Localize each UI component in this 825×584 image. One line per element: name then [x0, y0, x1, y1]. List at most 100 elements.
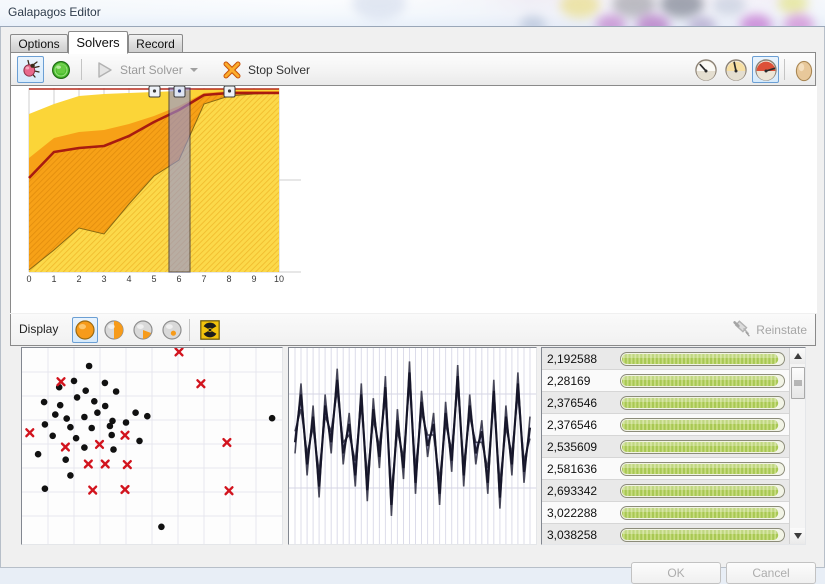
scatter-dot — [73, 394, 81, 401]
fitness-list-rows[interactable]: 2,192588 2,28169 2,376546 2,376546 2,535609 2… — [542, 348, 789, 544]
svg-text:2: 2 — [76, 274, 81, 284]
scatter-dot — [41, 485, 49, 492]
syringe-icon — [733, 320, 751, 337]
display-half-button[interactable] — [101, 317, 127, 343]
fitness-list-row[interactable]: 3,038258 — [542, 524, 789, 544]
svg-text:5: 5 — [151, 274, 156, 284]
ok-button[interactable]: OK — [631, 562, 721, 584]
stop-solver-label: Stop Solver — [248, 62, 311, 77]
scatter-dot — [101, 379, 109, 387]
tab-options-label: Options — [18, 36, 60, 51]
radiation-icon — [200, 320, 220, 340]
scatter-dot — [62, 456, 69, 463]
svg-text:6: 6 — [176, 274, 181, 284]
fitness-bar — [620, 395, 785, 410]
stop-solver-button[interactable]: Stop Solver — [221, 56, 310, 83]
genome-scatter-plot[interactable] — [22, 347, 282, 544]
bug-icon-button[interactable] — [17, 56, 44, 83]
start-solver-label: Start Solver — [120, 62, 183, 77]
fitness-value: 2,192588 — [547, 351, 598, 366]
genome-scatter-panel[interactable] — [21, 347, 283, 545]
fitness-list-row[interactable]: 2,693342 — [542, 480, 789, 502]
fitness-list-row[interactable]: 2,581636 — [542, 458, 789, 480]
svg-text:3: 3 — [101, 274, 106, 284]
titlebar-divider — [0, 26, 825, 27]
fitness-graph[interactable]: 0 1 2 3 4 5 6 7 8 9 10 — [11, 85, 817, 313]
fitness-bar — [620, 373, 785, 388]
fitness-value: 2,376546 — [547, 395, 598, 410]
parallel-coordinates-panel[interactable] — [288, 347, 537, 545]
scroll-up-button[interactable] — [790, 348, 805, 364]
parallel-coordinates-plot[interactable] — [289, 348, 536, 544]
display-quarter-button[interactable] — [130, 317, 156, 343]
tab-solvers[interactable]: Solvers — [68, 31, 128, 54]
scatter-dot — [122, 419, 130, 426]
cancel-button[interactable]: Cancel — [726, 562, 816, 584]
galapagos-editor-window: Galapagos Editor Options Solvers Record — [0, 0, 825, 584]
svg-text:7: 7 — [201, 274, 206, 284]
scatter-dot — [101, 402, 109, 410]
fitness-bar — [620, 439, 785, 454]
bug-icon — [22, 59, 40, 78]
display-all-button[interactable] — [72, 317, 98, 343]
reinstate-button[interactable]: Reinstate — [730, 318, 807, 342]
fitness-list-row[interactable]: 2,376546 — [542, 414, 789, 436]
gauge-1-button[interactable] — [722, 56, 749, 83]
play-triangle-icon — [98, 61, 112, 78]
fitness-list-row[interactable]: 2,28169 — [542, 370, 789, 392]
solver-toolbar: Start Solver Stop Solver — [10, 53, 816, 86]
fitness-list-scrollbar[interactable] — [789, 348, 805, 544]
gauge-0-button[interactable] — [692, 56, 719, 83]
gauge-mid-icon — [724, 58, 747, 81]
gauge-2-button[interactable] — [752, 56, 779, 83]
display-bar: Display Reinstate — [10, 314, 816, 346]
tab-options[interactable]: Options — [10, 34, 68, 53]
tab-strip: Options Solvers Record — [10, 31, 816, 54]
window-title: Galapagos Editor — [8, 5, 101, 19]
scatter-dot — [106, 422, 114, 430]
svg-text:8: 8 — [226, 274, 231, 284]
scatter-dot — [94, 409, 101, 416]
fitness-value: 2,693342 — [547, 483, 598, 498]
display-min-button[interactable] — [159, 317, 185, 343]
fitness-list-row[interactable]: 3,022288 — [542, 502, 789, 524]
fitness-bar — [620, 527, 785, 542]
chevron-down-icon[interactable] — [189, 67, 198, 72]
hazard-button[interactable] — [197, 317, 223, 343]
scatter-dot — [88, 424, 95, 432]
scatter-dot — [40, 398, 48, 406]
scatter-dot — [158, 523, 165, 531]
graph-marker — [223, 85, 236, 98]
scatter-dot — [49, 432, 56, 440]
tab-record[interactable]: Record — [128, 34, 183, 53]
scroll-down-button[interactable] — [790, 528, 805, 544]
fitness-value: 2,581636 — [547, 461, 598, 476]
fitness-value: 2,535609 — [547, 439, 598, 454]
fitness-value-list[interactable]: 2,192588 2,28169 2,376546 2,376546 2,535609 2… — [541, 347, 806, 545]
caret-down-icon — [793, 533, 802, 539]
fitness-value: 2,376546 — [547, 417, 598, 432]
start-solver-button[interactable]: Start Solver — [93, 56, 198, 83]
scatter-dot — [110, 446, 117, 453]
fitness-list-row[interactable]: 2,535609 — [542, 436, 789, 458]
scatter-dot — [144, 412, 151, 420]
fitness-bar — [620, 461, 785, 476]
tab-solvers-label: Solvers — [76, 35, 120, 50]
gem-icon-button[interactable] — [47, 56, 74, 83]
scrollbar-thumb[interactable] — [791, 367, 805, 399]
scatter-dot — [136, 437, 143, 445]
fitness-list-row[interactable]: 2,376546 — [542, 392, 789, 414]
scatter-dot — [268, 414, 276, 422]
scatter-dot — [67, 472, 74, 479]
toolbar-separator-2 — [784, 59, 785, 80]
disc-quarter-icon — [133, 320, 153, 340]
svg-text:0: 0 — [26, 274, 31, 284]
cancel-button-label: Cancel — [752, 566, 790, 580]
fitness-list-row[interactable]: 2,192588 — [542, 348, 789, 370]
fitness-graph-panel[interactable]: 0 1 2 3 4 5 6 7 8 9 10 — [10, 85, 817, 313]
scatter-dot — [56, 401, 64, 409]
scatter-dot — [63, 415, 70, 422]
egg-icon-button[interactable] — [790, 56, 817, 83]
fitness-value: 2,28169 — [547, 373, 591, 388]
disc-min-icon — [162, 320, 182, 340]
